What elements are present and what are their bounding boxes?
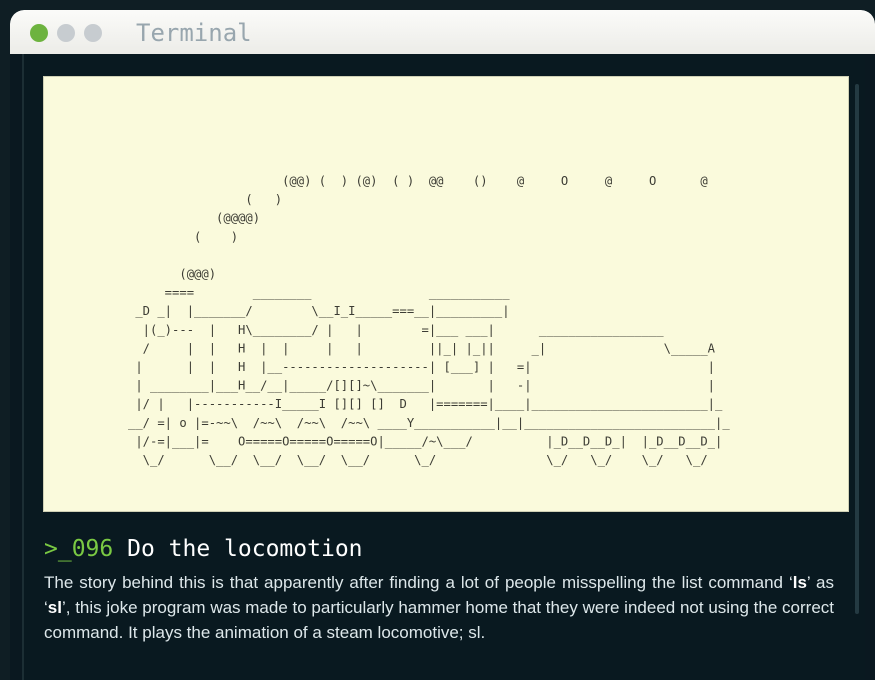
zoom-button[interactable]	[84, 24, 102, 42]
ascii-line: |/ | |-----------I_____I [][] [] D |====…	[128, 397, 723, 411]
ascii-line: (@@) ( ) (@) ( ) @@ () @ O @ O @	[128, 174, 708, 188]
ascii-line: ( )	[128, 193, 282, 207]
ascii-line: _D _| |_______/ \__I_I_____===__|_______…	[128, 304, 510, 318]
title-bar: Terminal	[10, 10, 875, 54]
sl-output-screenshot: (@@) ( ) (@) ( ) @@ () @ O @ O @ ( ) (@@…	[43, 76, 849, 512]
ascii-line: | | | H |__--------------------| [___] |…	[128, 360, 715, 374]
ascii-line: (@@@)	[128, 267, 216, 281]
minimize-button[interactable]	[57, 24, 75, 42]
ascii-line: |/-=|___|= O=====O=====O=====O|_____/~\_…	[128, 434, 722, 448]
close-button[interactable]	[30, 24, 48, 42]
ascii-line: | ________|___H__/__|_____/[][]~\_______…	[128, 379, 715, 393]
ascii-line: (@@@@)	[128, 211, 260, 225]
desc-text-1: The story behind this is that apparently…	[44, 573, 793, 592]
ascii-line: ==== ________ ___________	[128, 286, 510, 300]
terminal-window: Terminal (@@) ( ) (@) ( ) @@ () @ O @ O …	[10, 10, 875, 680]
window-title: Terminal	[136, 19, 252, 47]
tip-title: Do the locomotion	[127, 536, 363, 562]
command-ls: ls	[792, 573, 807, 592]
terminal-screen: (@@) ( ) (@) ( ) @@ () @ O @ O @ ( ) (@@…	[22, 54, 865, 680]
scrollbar[interactable]	[855, 84, 859, 614]
desc-text-3: ’, this joke program was made to particu…	[44, 598, 834, 642]
tip-description: The story behind this is that apparently…	[44, 570, 834, 645]
ascii-locomotive: (@@) ( ) (@) ( ) @@ () @ O @ O @ ( ) (@@…	[128, 174, 730, 467]
command-sl: sl	[47, 598, 62, 617]
tip-heading: >_096 Do the locomotion	[44, 536, 363, 562]
ascii-line: / | | H | | | | ||_| |_|| _| \_____A	[128, 341, 716, 355]
prompt-number: >_096	[44, 536, 114, 562]
ascii-line: __/ =| o |=-~~\ /~~\ /~~\ /~~\ ____Y____…	[128, 416, 730, 430]
ascii-line: ( )	[128, 230, 238, 244]
ascii-line: |(_)--- | H\________/ | | =|___ ___| ___…	[128, 323, 664, 337]
ascii-line: \_/ \__/ \__/ \__/ \__/ \_/ \_/ \_/ \_/ …	[128, 453, 708, 467]
